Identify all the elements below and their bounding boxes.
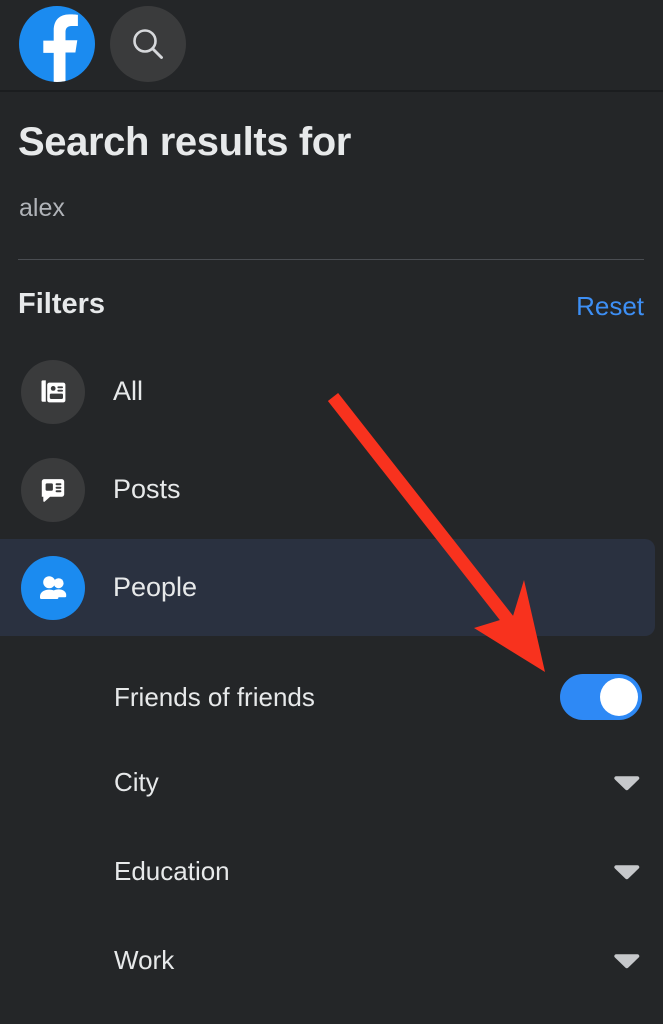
search-query-text: alex xyxy=(19,196,65,221)
filter-option-city[interactable]: City xyxy=(0,737,663,826)
search-button[interactable] xyxy=(110,6,186,82)
filter-category-people[interactable]: People xyxy=(0,539,655,636)
top-bar xyxy=(0,0,663,92)
chevron-down-icon[interactable] xyxy=(609,854,643,888)
facebook-search-filters-screen: Search results for alex Filters Reset Al… xyxy=(0,0,663,1024)
filter-option-friends-of-friends[interactable]: Friends of friends xyxy=(0,652,663,741)
people-group-icon xyxy=(21,556,85,620)
news-feed-icon xyxy=(21,360,85,424)
filter-option-label: Education xyxy=(114,858,609,884)
header-divider xyxy=(18,259,644,260)
filter-category-label: All xyxy=(113,378,143,405)
filter-category-label: People xyxy=(113,574,197,601)
chevron-down-icon[interactable] xyxy=(609,765,643,799)
filter-option-work[interactable]: Work xyxy=(0,915,663,1004)
chevron-down-icon[interactable] xyxy=(609,943,643,977)
filter-option-label: Friends of friends xyxy=(114,684,560,710)
filter-option-label: Work xyxy=(114,947,609,973)
toggle-knob xyxy=(600,678,638,716)
filter-option-education[interactable]: Education xyxy=(0,826,663,915)
filter-option-label: City xyxy=(114,769,609,795)
filter-category-all[interactable]: All xyxy=(0,343,655,440)
speech-bubble-lines-icon xyxy=(21,458,85,522)
page-title: Search results for xyxy=(18,122,351,162)
filter-category-label: Posts xyxy=(113,476,181,503)
reset-button[interactable]: Reset xyxy=(576,293,644,319)
filter-category-posts[interactable]: Posts xyxy=(0,441,655,538)
facebook-logo-icon[interactable] xyxy=(19,6,95,82)
friends-of-friends-toggle[interactable] xyxy=(560,674,642,720)
filters-heading: Filters xyxy=(18,290,105,319)
